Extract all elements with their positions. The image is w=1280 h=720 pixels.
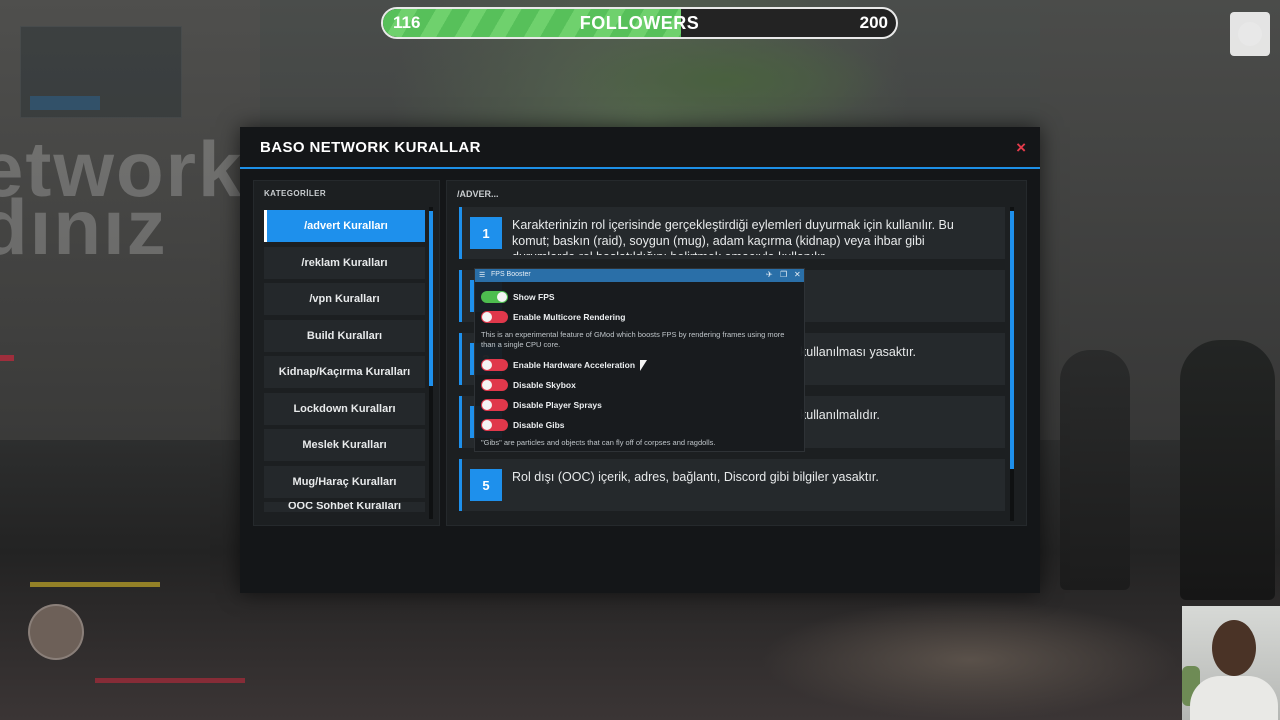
rule-number: 5 — [470, 469, 502, 501]
option-label: Disable Skybox — [513, 380, 576, 390]
toggle-knob — [482, 360, 492, 370]
rule-text: Rol dışı (OOC) içerik, adres, bağlantı, … — [512, 470, 879, 484]
multicore-description: This is an experimental feature of GMod … — [481, 330, 785, 349]
categories-scrollbar[interactable] — [429, 207, 433, 519]
rule-text: Karakterinizin rol içerisinde gerçekleşt… — [512, 218, 954, 255]
followers-goal: 200 — [859, 13, 888, 32]
option-label: Enable Hardware Acceleration — [513, 360, 636, 370]
category-advert[interactable]: /advert Kuralları — [264, 210, 425, 242]
toggle-hardware-acceleration[interactable]: Enable Hardware Acceleration — [481, 359, 635, 371]
streamer-webcam — [1182, 606, 1280, 720]
toggle-show-fps[interactable]: Show FPS — [481, 291, 555, 303]
option-label: Disable Gibs — [513, 420, 565, 430]
toggle-multicore-rendering[interactable]: Enable Multicore Rendering — [481, 311, 625, 323]
close-icon[interactable]: × — [1016, 138, 1026, 158]
category-vpn[interactable]: /vpn Kuralları — [264, 283, 425, 315]
hud-health-bar — [95, 678, 245, 683]
toggle-switch-off[interactable] — [481, 359, 508, 371]
category-mug[interactable]: Mug/Haraç Kuralları — [264, 466, 425, 498]
rules-scrollbar[interactable] — [1010, 207, 1014, 521]
toggle-disable-gibs[interactable]: Disable Gibs — [481, 419, 565, 431]
dialog-title: BASO NETWORK KURALLAR — [260, 139, 481, 156]
title-divider — [240, 167, 1040, 169]
background-object — [760, 600, 1180, 720]
fps-booster-title: FPS Booster — [491, 271, 531, 278]
category-lockdown[interactable]: Lockdown Kuralları — [264, 393, 425, 425]
option-label: Show FPS — [513, 292, 555, 302]
background-player-figure — [1180, 340, 1275, 600]
rule-item: 5 Rol dışı (OOC) içerik, adres, bağlantı… — [459, 459, 1005, 511]
rule-number: 1 — [470, 217, 502, 249]
followers-label: FOLLOWERS — [579, 13, 700, 33]
stream-logo-icon — [1238, 22, 1262, 46]
toggle-switch-off[interactable] — [481, 311, 508, 323]
close-icon[interactable]: ✕ — [794, 270, 801, 279]
hud-hunger-bar — [30, 582, 160, 587]
toggle-switch-off[interactable] — [481, 399, 508, 411]
toggle-knob — [482, 400, 492, 410]
rule-text: kullanılması yasaktır. — [800, 345, 917, 359]
option-label: Enable Multicore Rendering — [513, 312, 626, 322]
background-plants — [560, 30, 890, 130]
option-label: Disable Player Sprays — [513, 400, 602, 410]
toggle-knob — [482, 420, 492, 430]
hud-avatar — [28, 604, 84, 660]
toggle-knob — [482, 380, 492, 390]
categories-scrollbar-thumb[interactable] — [429, 211, 433, 386]
rules-header: /ADVER... — [457, 189, 499, 199]
menu-icon[interactable]: ☰ — [479, 271, 485, 279]
followers-goal-bar: 116 FOLLOWERS 200 — [381, 7, 898, 39]
category-meslek[interactable]: Meslek Kuralları — [264, 429, 425, 461]
background-hud-button — [30, 96, 100, 110]
background-wall-text: etwork dınız — [0, 130, 243, 266]
category-ooc[interactable]: OOC Sohbet Kuralları — [264, 502, 425, 512]
toggle-switch-off[interactable] — [481, 379, 508, 391]
rule-text: kullanılmalıdır. — [800, 408, 880, 422]
gibs-description: "Gibs" are particles and objects that ca… — [481, 438, 716, 447]
rules-scrollbar-thumb[interactable] — [1010, 211, 1014, 469]
toggle-knob — [497, 292, 507, 302]
rule-item: 1 Karakterinizin rol içerisinde gerçekle… — [459, 207, 1005, 259]
toggle-switch-off[interactable] — [481, 419, 508, 431]
mouse-cursor-icon — [640, 360, 647, 371]
category-kidnap[interactable]: Kidnap/Kaçırma Kuralları — [264, 356, 425, 388]
pin-icon[interactable]: ✈ — [766, 270, 773, 279]
categories-panel: KATEGORİLER /advert Kuralları /reklam Ku… — [253, 180, 440, 526]
maximize-icon[interactable]: ❐ — [780, 270, 787, 279]
webcam-person-body — [1190, 676, 1278, 720]
background-player-figure — [1060, 350, 1130, 590]
toggle-knob — [482, 312, 492, 322]
toggle-switch-on[interactable] — [481, 291, 508, 303]
webcam-person-head — [1212, 620, 1256, 676]
categories-header: KATEGORİLER — [264, 189, 327, 198]
background-marker — [0, 355, 14, 361]
category-reklam[interactable]: /reklam Kuralları — [264, 247, 425, 279]
category-build[interactable]: Build Kuralları — [264, 320, 425, 352]
toggle-disable-player-sprays[interactable]: Disable Player Sprays — [481, 399, 602, 411]
stream-logo — [1230, 12, 1270, 56]
toggle-disable-skybox[interactable]: Disable Skybox — [481, 379, 576, 391]
